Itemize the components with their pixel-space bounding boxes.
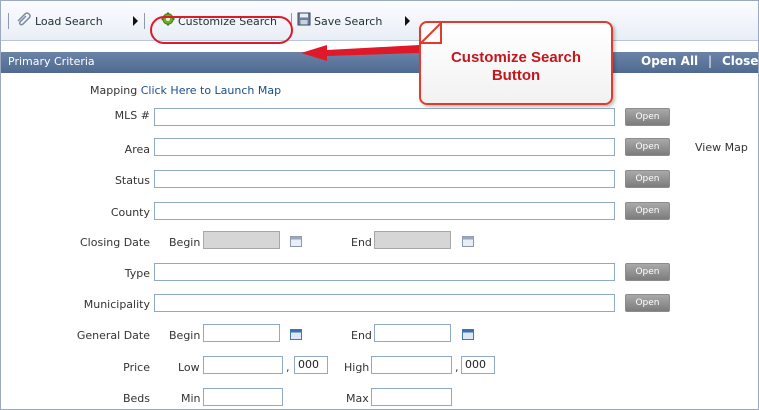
status-open-button[interactable]: Open bbox=[625, 170, 670, 188]
type-input[interactable] bbox=[154, 263, 615, 281]
area-open-button[interactable]: Open bbox=[625, 138, 670, 156]
price-high-suffix: 000 bbox=[461, 356, 495, 374]
toolbar-separator bbox=[144, 13, 145, 29]
callout-arrow bbox=[301, 45, 419, 61]
closing-end-input[interactable] bbox=[374, 231, 451, 249]
callout-line1: Customize Search bbox=[450, 49, 582, 66]
view-map-link[interactable]: View Map bbox=[695, 141, 748, 154]
search-window: Load Search Customize Search Save Search… bbox=[0, 0, 759, 410]
price-low-comma: , bbox=[286, 361, 290, 374]
calendar-icon[interactable] bbox=[290, 235, 302, 247]
header-divider: | bbox=[708, 54, 713, 68]
toolbar-separator bbox=[8, 13, 9, 29]
beds-min-label: Min bbox=[181, 392, 201, 405]
load-search-arrow-icon[interactable] bbox=[133, 16, 138, 26]
beds-max-input[interactable] bbox=[371, 388, 452, 406]
status-input[interactable] bbox=[154, 170, 615, 188]
closing-date-label: Closing Date bbox=[80, 236, 150, 249]
area-input[interactable] bbox=[154, 138, 615, 156]
price-high-input[interactable] bbox=[371, 356, 452, 374]
price-high-comma: , bbox=[455, 361, 459, 374]
municipality-label: Municipality bbox=[83, 298, 150, 311]
price-label: Price bbox=[123, 361, 150, 374]
calendar-icon[interactable] bbox=[462, 328, 474, 340]
customize-search-highlight bbox=[150, 16, 293, 44]
county-open-button[interactable]: Open bbox=[625, 202, 670, 220]
calendar-icon[interactable] bbox=[290, 328, 302, 340]
price-low-suffix: 000 bbox=[294, 356, 328, 374]
general-end-input[interactable] bbox=[374, 324, 451, 342]
close-all-link[interactable]: Close bbox=[722, 54, 758, 68]
mls-label: MLS # bbox=[114, 109, 150, 122]
price-high-label: High bbox=[344, 361, 370, 374]
municipality-input[interactable] bbox=[154, 294, 615, 312]
mapping-row: Mapping Click Here to Launch Map bbox=[90, 84, 281, 97]
section-title: Primary Criteria bbox=[8, 55, 95, 68]
closing-end-label: End bbox=[351, 236, 372, 249]
open-all-link[interactable]: Open All bbox=[641, 54, 698, 68]
county-input[interactable] bbox=[154, 202, 615, 220]
callout-box: Customize Search Button bbox=[419, 21, 613, 105]
callout-line2: Button bbox=[491, 67, 541, 84]
beds-min-input[interactable] bbox=[203, 388, 283, 406]
type-open-button[interactable]: Open bbox=[625, 263, 670, 281]
general-date-label: General Date bbox=[76, 329, 150, 342]
load-search-label: Load Search bbox=[35, 15, 103, 28]
general-begin-label: Begin bbox=[169, 329, 201, 342]
beds-label: Beds bbox=[122, 392, 150, 405]
municipality-open-button[interactable]: Open bbox=[625, 294, 670, 312]
callout-text: Customize Search Button bbox=[421, 49, 611, 85]
general-end-label: End bbox=[351, 329, 372, 342]
closing-begin-input[interactable] bbox=[203, 231, 280, 249]
mls-open-button[interactable]: Open bbox=[625, 108, 670, 126]
price-low-label: Low bbox=[178, 361, 200, 374]
county-label: County bbox=[110, 206, 150, 219]
status-label: Status bbox=[114, 174, 150, 187]
area-label: Area bbox=[124, 143, 150, 156]
closing-begin-label: Begin bbox=[169, 236, 201, 249]
calendar-icon[interactable] bbox=[462, 235, 474, 247]
launch-map-link[interactable]: Click Here to Launch Map bbox=[141, 84, 281, 97]
load-search-button[interactable]: Load Search bbox=[16, 12, 103, 30]
beds-max-label: Max bbox=[346, 392, 369, 405]
paperclip-icon bbox=[16, 12, 32, 32]
mls-input[interactable] bbox=[154, 108, 615, 126]
price-low-input[interactable] bbox=[203, 356, 283, 374]
general-begin-input[interactable] bbox=[203, 324, 280, 342]
type-label: Type bbox=[124, 267, 150, 280]
callout-fold-icon bbox=[419, 21, 442, 44]
mapping-label: Mapping bbox=[90, 84, 138, 97]
